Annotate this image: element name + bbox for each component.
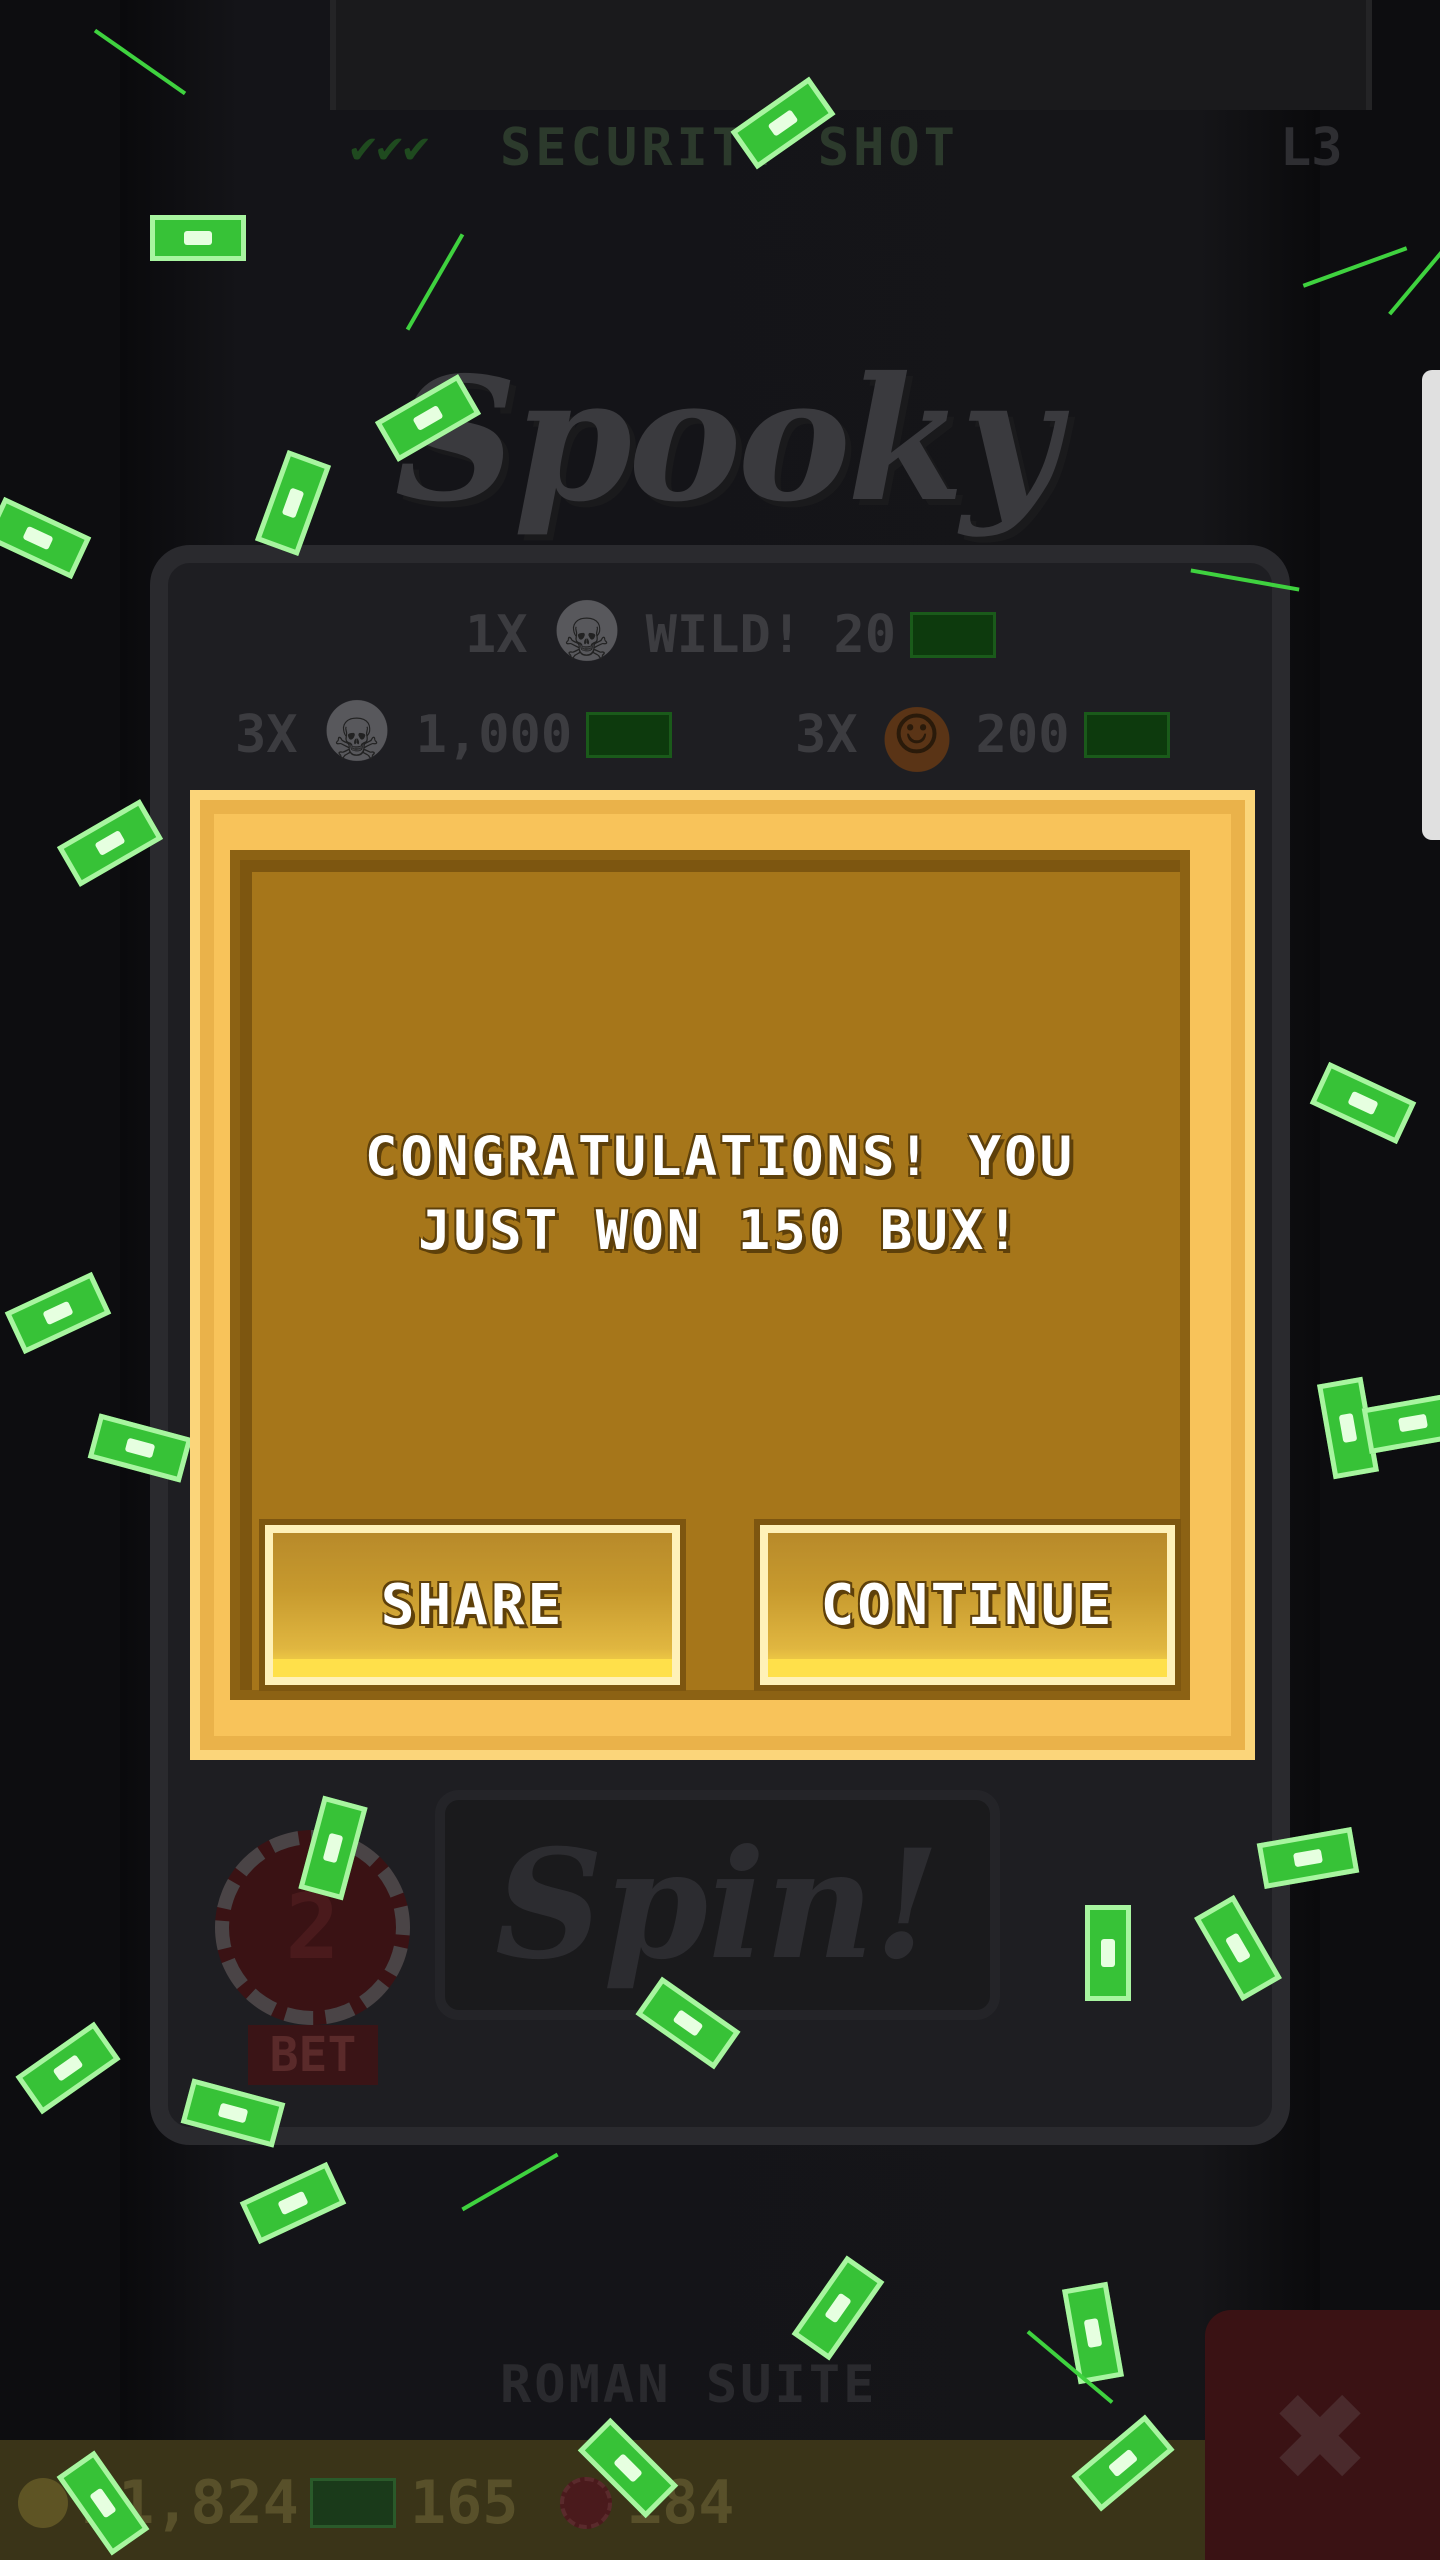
share-button[interactable]: SHARE <box>265 1525 680 1685</box>
win-message: CONGRATULATIONS! YOU JUST WON 150 BUX! <box>364 1125 1076 1262</box>
falling-bux-icon <box>150 215 246 261</box>
top-frame <box>330 0 1372 110</box>
cash-icon <box>310 2478 396 2528</box>
bux-count: 165 <box>410 2468 519 2538</box>
falling-bux-icon <box>1309 1061 1417 1145</box>
bet-label: BET <box>248 2025 378 2085</box>
bux-icon <box>910 612 997 658</box>
falling-bux-icon <box>4 1271 112 1355</box>
paytable-multiplier: 3X <box>795 705 858 765</box>
coin-icon <box>18 2478 68 2528</box>
paytable-multiplier: 3X <box>235 705 298 765</box>
skull-icon: ☠ <box>311 690 402 780</box>
pumpkin-icon: ☺ <box>871 690 962 780</box>
falling-bux-icon <box>1085 1905 1131 2001</box>
security-checks: ✔✔✔ <box>350 122 430 173</box>
level-label: L3 <box>1280 118 1343 178</box>
paytable-row: 1X ☠ WILD! 20 <box>465 590 997 680</box>
room-label: ROMAN SUITE <box>500 2355 878 2415</box>
continue-button[interactable]: CONTINUE <box>760 1525 1175 1685</box>
close-button[interactable]: ✖ <box>1205 2310 1440 2560</box>
bux-counter: 165 <box>310 2468 518 2538</box>
close-icon: ✖ <box>1274 2341 1371 2529</box>
paytable-payout: 1,000 <box>415 705 573 765</box>
paytable-multiplier: 1X <box>465 605 528 665</box>
side-tab[interactable] <box>1422 370 1440 840</box>
gem-icon <box>560 2477 612 2529</box>
falling-bux-icon <box>1361 1392 1440 1454</box>
security-label: SECURITY SHOT <box>500 118 959 178</box>
paytable-payout: WILD! 20 <box>645 605 897 665</box>
paytable-payout: 200 <box>975 705 1070 765</box>
bux-streak <box>1388 228 1440 316</box>
paytable-row: 3X ☠ 1,000 <box>235 690 673 780</box>
bux-icon <box>1083 712 1170 758</box>
falling-bux-icon <box>15 2021 121 2115</box>
falling-bux-icon <box>0 496 92 580</box>
paytable-row: 3X ☺ 200 <box>795 690 1170 780</box>
spin-button[interactable]: Spin! <box>435 1790 1000 2020</box>
bux-icon <box>586 712 673 758</box>
skull-icon: ☠ <box>541 590 632 680</box>
